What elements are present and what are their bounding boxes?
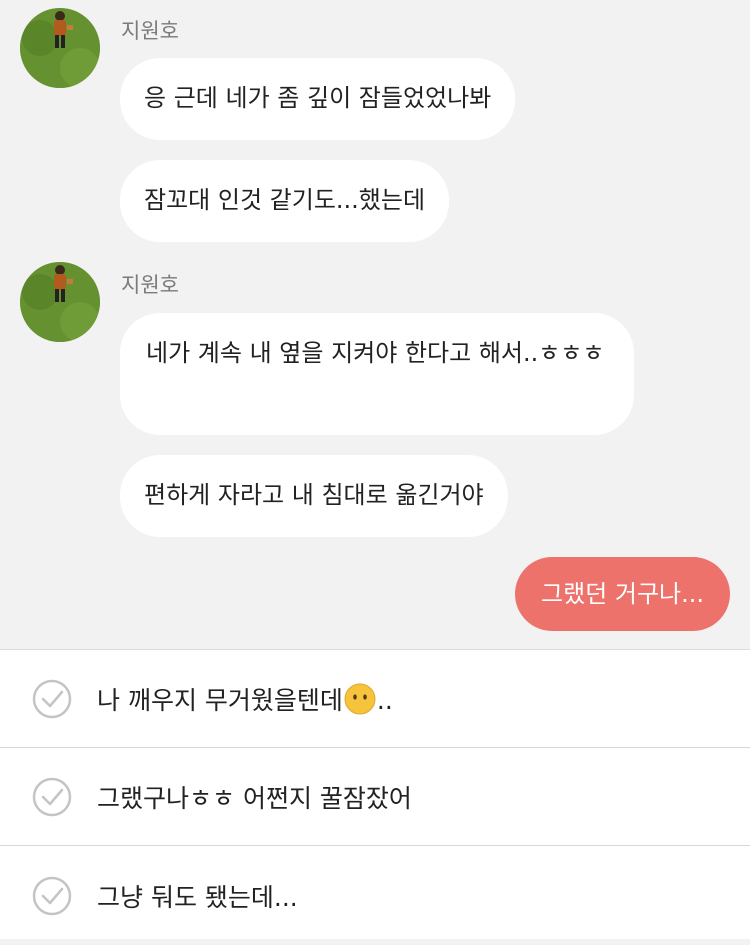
reply-option[interactable]: 나 깨우지 무거웠을텐데 .. bbox=[0, 650, 750, 748]
reply-option-text-suffix: .. bbox=[376, 685, 393, 715]
reply-option[interactable]: 그냥 둬도 됐는데... bbox=[0, 847, 750, 945]
no-mouth-face-emoji bbox=[344, 683, 376, 714]
check-circle-icon bbox=[32, 876, 72, 916]
check-circle-icon bbox=[32, 777, 72, 816]
chat-area: 지원호 응 근데 네가 좀 깊이 잠들었었나봐 잠꼬대 인것 같기도...했는데… bbox=[0, 0, 750, 650]
sender-avatar[interactable] bbox=[20, 8, 100, 88]
message-bubble: 잠꼬대 인것 같기도...했는데 bbox=[120, 160, 450, 242]
reply-option-label: 그랬구나ㅎㅎ 어쩐지 꿀잠잤어 bbox=[97, 783, 412, 813]
avatar-photo bbox=[20, 8, 100, 88]
reply-options-panel: 나 깨우지 무거웠을텐데 .. 그랬구나ㅎㅎ 어쩐지 꿀잠잤어 그냥 둬도 됐는… bbox=[0, 649, 750, 939]
message-bubble: 네가 계속 내 옆을 지켜야 한다고 해서..ㅎㅎㅎ bbox=[120, 313, 634, 435]
sender-name: 지원호 bbox=[121, 273, 179, 297]
reply-option-label: 그냥 둬도 됐는데... bbox=[97, 883, 298, 912]
avatar-photo bbox=[20, 262, 100, 342]
reply-option-label: 나 깨우지 무거웠을텐데 .. bbox=[97, 681, 393, 717]
my-message-bubble: 그랬던 거구나... bbox=[515, 557, 730, 631]
check-circle-icon bbox=[32, 679, 72, 718]
reply-option-text: 나 깨우지 무거웠을텐데 bbox=[97, 685, 343, 715]
reply-option[interactable]: 그랬구나ㅎㅎ 어쩐지 꿀잠잤어 bbox=[0, 748, 750, 846]
message-bubble: 응 근데 네가 좀 깊이 잠들었었나봐 bbox=[120, 58, 516, 140]
sender-avatar[interactable] bbox=[20, 262, 100, 342]
message-bubble: 편하게 자라고 내 침대로 옮긴거야 bbox=[120, 455, 508, 537]
sender-name: 지원호 bbox=[121, 19, 179, 43]
